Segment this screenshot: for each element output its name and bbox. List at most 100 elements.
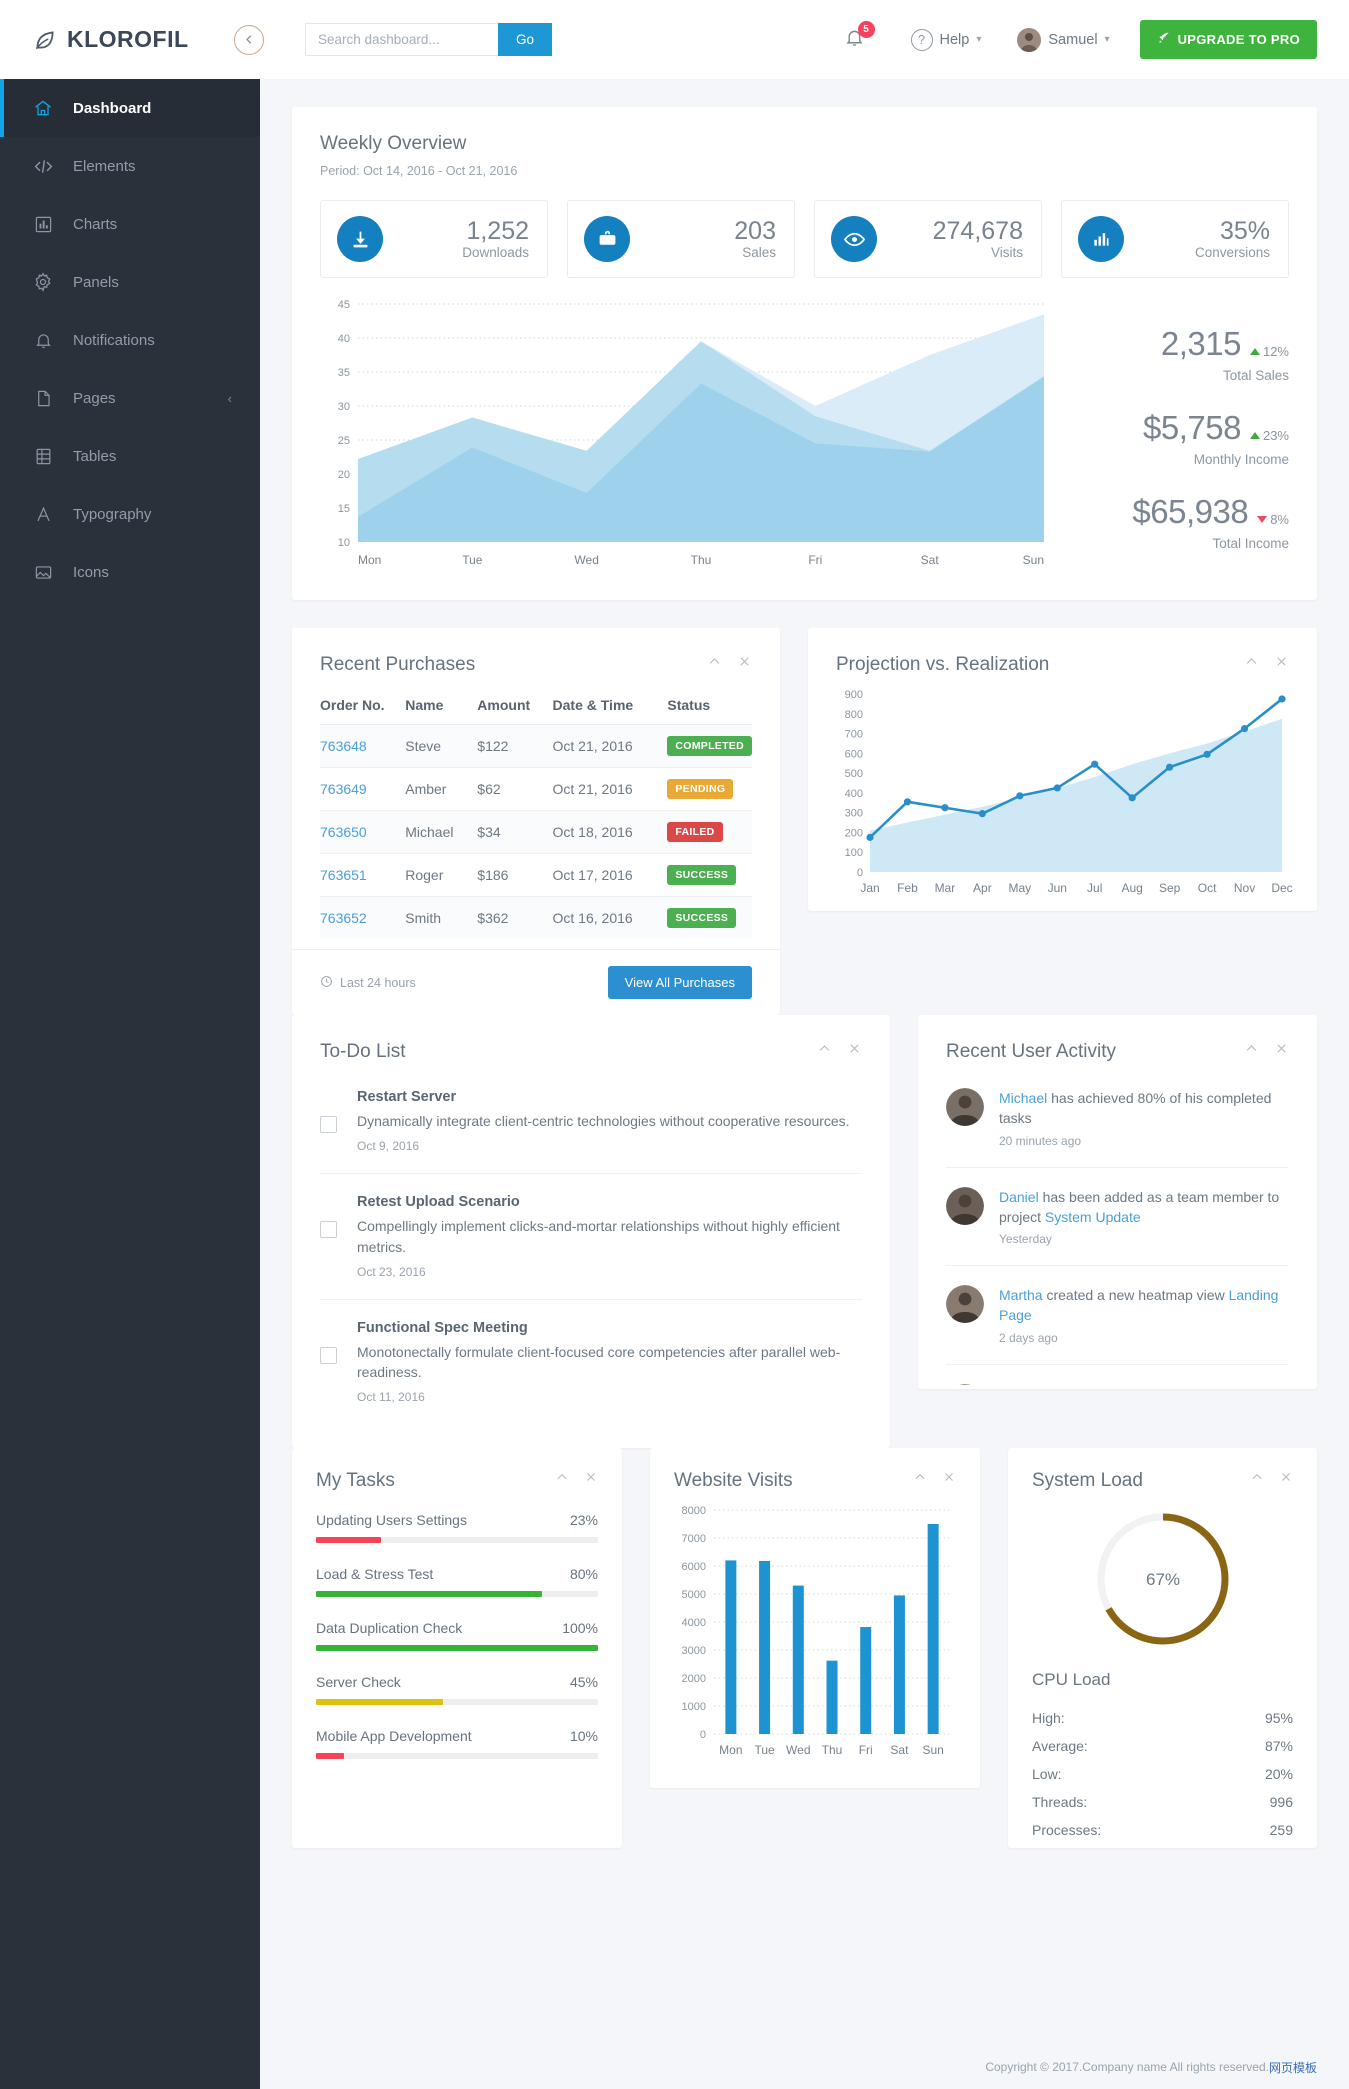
brand-logo[interactable]: KLOROFIL (0, 26, 260, 53)
sidebar-item-elements[interactable]: Elements (0, 137, 260, 195)
cell-order-no[interactable]: 763648 (320, 724, 406, 768)
column-header: Order No. (320, 697, 385, 713)
view-all-purchases-button[interactable]: View All Purchases (607, 966, 752, 999)
stat-card-downloads[interactable]: 1,252 Downloads (320, 200, 548, 278)
table-row[interactable]: 763651 Roger $186 Oct 17, 2016 SUCCESS (320, 853, 752, 897)
svg-text:Thu: Thu (822, 1743, 843, 1757)
table-row[interactable]: 763650 Michael $34 Oct 18, 2016 FAILED (320, 810, 752, 854)
svg-text:0: 0 (700, 1729, 706, 1741)
card-title: To-Do List (320, 1041, 406, 1062)
svg-text:Jun: Jun (1048, 881, 1067, 895)
chevron-up-icon[interactable] (913, 1470, 927, 1487)
list-item[interactable]: Martha created a new heatmap view Landin… (946, 1265, 1289, 1364)
cell-amount: $186 (477, 853, 553, 897)
website-visits-bar-chart[interactable]: 0 1000 2000 3000 4000 5000 6000 7000 8000 Mon Tue W… (650, 1492, 980, 1779)
chevron-down-icon: ▾ (1104, 34, 1110, 45)
chevron-up-icon[interactable] (1244, 654, 1259, 672)
list-item[interactable]: Daniel has been added as a team member t… (946, 1166, 1289, 1266)
sidebar-item-charts[interactable]: Charts (0, 195, 260, 253)
sidebar-item-label: Charts (73, 215, 118, 233)
upgrade-to-pro-button[interactable]: UPGRADE TO PRO (1139, 20, 1317, 59)
row-label: High: (1032, 1710, 1065, 1727)
avatar (946, 1088, 984, 1126)
svg-text:4000: 4000 (682, 1617, 706, 1629)
table-row[interactable]: 763649 Amber $62 Oct 21, 2016 PENDING (320, 767, 752, 811)
todo-checkbox[interactable] (320, 1221, 337, 1239)
list-item[interactable]: Jane has completed all of the tasks2 day… (946, 1363, 1289, 1385)
cpu-load-title: CPU Load (1032, 1670, 1111, 1690)
chevron-up-icon[interactable] (1244, 1041, 1259, 1059)
cell-order-no[interactable]: 763649 (320, 767, 406, 811)
table-row[interactable]: 763648 Steve $122 Oct 21, 2016 COMPLETED (320, 724, 752, 768)
svg-text:Sun: Sun (922, 1743, 943, 1757)
list-item[interactable]: Michael has achieved 80% of his complete… (946, 1069, 1289, 1167)
stat-label: Conversions (1194, 245, 1270, 261)
chevron-up-icon[interactable] (1250, 1470, 1264, 1487)
list-item[interactable]: Retest Upload Scenario Compellingly imple… (320, 1173, 862, 1299)
task-progress-item: Data Duplication Check 100% (316, 1620, 598, 1652)
task-progress-item: Updating Users Settings 23% (316, 1512, 598, 1544)
chevron-up-icon[interactable] (817, 1041, 832, 1059)
cell-date: Oct 18, 2016 (552, 810, 668, 854)
table-row[interactable]: 763652 Smith $362 Oct 16, 2016 SUCCESS (320, 896, 752, 939)
close-icon[interactable] (1279, 1470, 1293, 1487)
my-tasks-card: My Tasks Updating Users Settings 23% Load … (292, 1448, 622, 1849)
sidebar-item-panels[interactable]: Panels (0, 253, 260, 311)
todo-checkbox[interactable] (320, 1346, 337, 1364)
cell-order-no[interactable]: 763652 (320, 896, 406, 939)
activity-text: Daniel has been added as a team member t… (999, 1188, 1280, 1225)
cell-date: Oct 21, 2016 (552, 767, 668, 811)
card-title: Recent Purchases (320, 654, 476, 675)
close-icon[interactable] (942, 1470, 956, 1487)
activity-list[interactable]: Michael has achieved 80% of his complete… (918, 1069, 1317, 1385)
weekly-overview-area-chart[interactable]: 10 15 20 25 30 35 40 45 Mon Tue Wed Thu Fri Sat Sun (320, 294, 1060, 574)
stat-card-conversions[interactable]: 35% Conversions (1061, 200, 1289, 278)
cell-order-no[interactable]: 763650 (320, 810, 406, 854)
svg-text:200: 200 (845, 827, 863, 839)
sidebar-item-typography[interactable]: Typography (0, 485, 260, 543)
cell-name: Amber (405, 767, 478, 811)
briefcase-icon (584, 216, 630, 262)
list-item[interactable]: Functional Spec Meeting Monotonectally fo… (320, 1298, 862, 1425)
user-menu[interactable]: Samuel ▾ (999, 0, 1127, 79)
help-menu[interactable]: ? Help ▾ (893, 0, 1000, 79)
cell-name: Roger (405, 853, 478, 897)
footer-cn-link[interactable]: 网页模板 (1269, 2059, 1317, 2076)
close-icon[interactable] (584, 1470, 598, 1487)
search-go-button[interactable]: Go (498, 23, 553, 56)
search-input[interactable] (305, 23, 498, 56)
projection-card: Projection vs. Realization 0 100 200 300 400… (808, 628, 1317, 911)
kpi-delta-value: 12% (1262, 344, 1289, 359)
avatar (946, 1186, 984, 1225)
todo-description: Compellingly implement clicks-and-mortar… (357, 1218, 840, 1255)
svg-text:900: 900 (845, 689, 863, 701)
column-header: Status (667, 697, 711, 713)
chevron-up-icon[interactable] (555, 1470, 569, 1487)
sidebar-item-pages[interactable]: Pages ‹ (0, 369, 260, 427)
notifications-button[interactable]: 5 (833, 18, 877, 62)
close-icon[interactable] (1274, 1041, 1289, 1059)
sidebar-item-notifications[interactable]: Notifications (0, 311, 260, 369)
close-icon[interactable] (1274, 654, 1289, 672)
topbar: KLOROFIL Go 5 ? Help ▾ (0, 0, 1349, 79)
close-icon[interactable] (847, 1041, 862, 1059)
sidebar-item-tables[interactable]: Tables (0, 427, 260, 485)
kpi-total-sales: 2,315 12% Total Sales (1078, 325, 1289, 383)
chevron-up-icon[interactable] (707, 654, 722, 672)
sidebar-item-dashboard[interactable]: Dashboard (0, 79, 260, 137)
kpi-label: Total Income (1212, 536, 1289, 551)
close-icon[interactable] (737, 654, 752, 672)
cell-order-no[interactable]: 763651 (320, 853, 406, 897)
sidebar-item-icons[interactable]: Icons (0, 543, 260, 601)
row-purchases-projection: Recent Purchases Order No. Name Amount D… (292, 628, 1317, 1015)
stat-card-sales[interactable]: 203 Sales (567, 200, 795, 278)
svg-text:1000: 1000 (682, 1701, 706, 1713)
todo-checkbox[interactable] (320, 1116, 337, 1133)
cell-status: PENDING (667, 767, 752, 811)
sidebar-collapse-button[interactable] (234, 24, 264, 55)
projection-vs-realization-chart[interactable]: 0 100 200 300 400 500 600 700 800 900 Jan Feb Mar Apr… (808, 676, 1317, 914)
stat-value: 35% (1219, 216, 1270, 245)
activity-time: 2 days ago (999, 1330, 1058, 1345)
stat-card-visits[interactable]: 274,678 Visits (814, 200, 1042, 278)
list-item[interactable]: Restart Server Dynamically integrate clie… (320, 1075, 862, 1173)
